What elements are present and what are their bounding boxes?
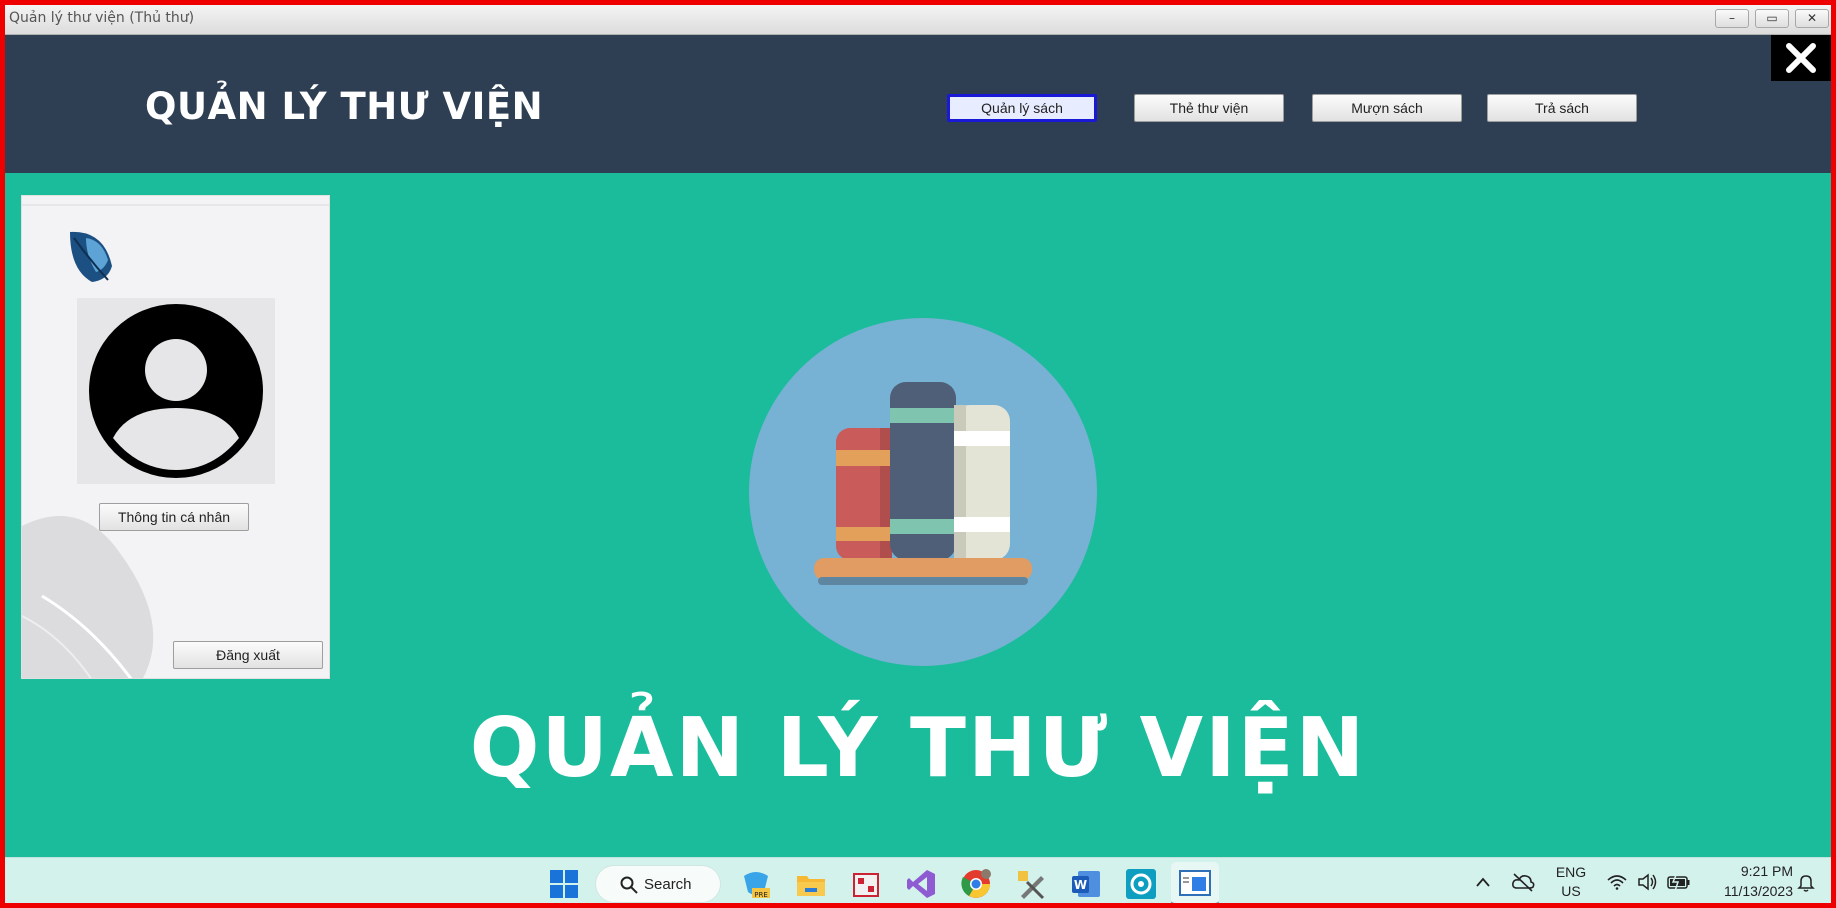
user-avatar-icon (89, 304, 263, 478)
settings-app-icon[interactable] (1125, 868, 1157, 900)
taskbar: Search PRE W ENG US 9:21 PM 11/13/2023 (5, 857, 1831, 903)
app-title: QUẢN LÝ THƯ VIỆN (145, 85, 544, 128)
taskbar-search[interactable]: Search (595, 865, 721, 903)
active-window-icon (1179, 870, 1211, 896)
window-titlebar: Quản lý thư viện (Thủ thư) – ▭ ✕ (5, 5, 1831, 35)
window-title: Quản lý thư viện (Thủ thư) (9, 10, 195, 26)
chevron-up-icon[interactable] (1475, 876, 1491, 888)
minimize-button[interactable]: – (1715, 9, 1749, 28)
search-icon (620, 876, 638, 894)
search-label: Search (644, 876, 692, 893)
cloud-off-icon[interactable] (1511, 872, 1535, 892)
chrome-icon[interactable] (960, 868, 992, 900)
window-close-button[interactable]: ✕ (1795, 9, 1829, 28)
nav-tra-sach-button[interactable]: Trả sách (1487, 94, 1637, 122)
personal-info-button[interactable]: Thông tin cá nhân (99, 503, 249, 531)
main-content: Thông tin cá nhân Đăng xuất QUẢN LÝ THƯ … (5, 173, 1831, 857)
wifi-icon[interactable] (1607, 874, 1627, 890)
app-header: QUẢN LÝ THƯ VIỆN Quản lý sách Thẻ thư vi… (5, 35, 1831, 173)
notification-bell-icon[interactable] (1797, 874, 1815, 892)
app-close-button[interactable] (1771, 35, 1831, 81)
language-region[interactable]: US (1551, 883, 1591, 899)
nav-the-thu-vien-button[interactable]: Thẻ thư viện (1134, 94, 1284, 122)
screen-frame: Quản lý thư viện (Thủ thư) – ▭ ✕ QUẢN LÝ… (0, 0, 1836, 908)
word-icon[interactable]: W (1070, 868, 1102, 900)
leaf-icon (70, 231, 112, 282)
clock-date[interactable]: 11/13/2023 (1705, 883, 1793, 899)
active-window-tab[interactable] (1171, 862, 1219, 903)
visual-studio-icon[interactable] (905, 868, 937, 900)
nav-quan-ly-sach-button[interactable]: Quản lý sách (947, 94, 1097, 122)
copilot-pre-icon[interactable]: PRE (740, 868, 772, 900)
language-code[interactable]: ENG (1551, 864, 1591, 880)
svg-text:PRE: PRE (754, 891, 768, 899)
svg-text:W: W (1074, 878, 1087, 892)
volume-icon[interactable] (1637, 873, 1657, 891)
avatar (77, 298, 275, 484)
profile-panel: Thông tin cá nhân Đăng xuất (21, 195, 330, 679)
logout-button[interactable]: Đăng xuất (173, 641, 323, 669)
maximize-button[interactable]: ▭ (1755, 9, 1789, 28)
books-on-shelf-icon (749, 318, 1097, 666)
close-icon (1786, 43, 1816, 73)
nav-muon-sach-button[interactable]: Mượn sách (1312, 94, 1462, 122)
main-title: QUẢN LÝ THƯ VIỆN (469, 701, 1367, 796)
battery-icon[interactable] (1667, 873, 1691, 891)
windows-start-icon[interactable] (548, 868, 580, 900)
clock-time[interactable]: 9:21 PM (1705, 863, 1793, 879)
tools-icon[interactable] (1015, 868, 1047, 900)
file-explorer-icon[interactable] (795, 868, 827, 900)
app-icon[interactable] (850, 868, 882, 900)
